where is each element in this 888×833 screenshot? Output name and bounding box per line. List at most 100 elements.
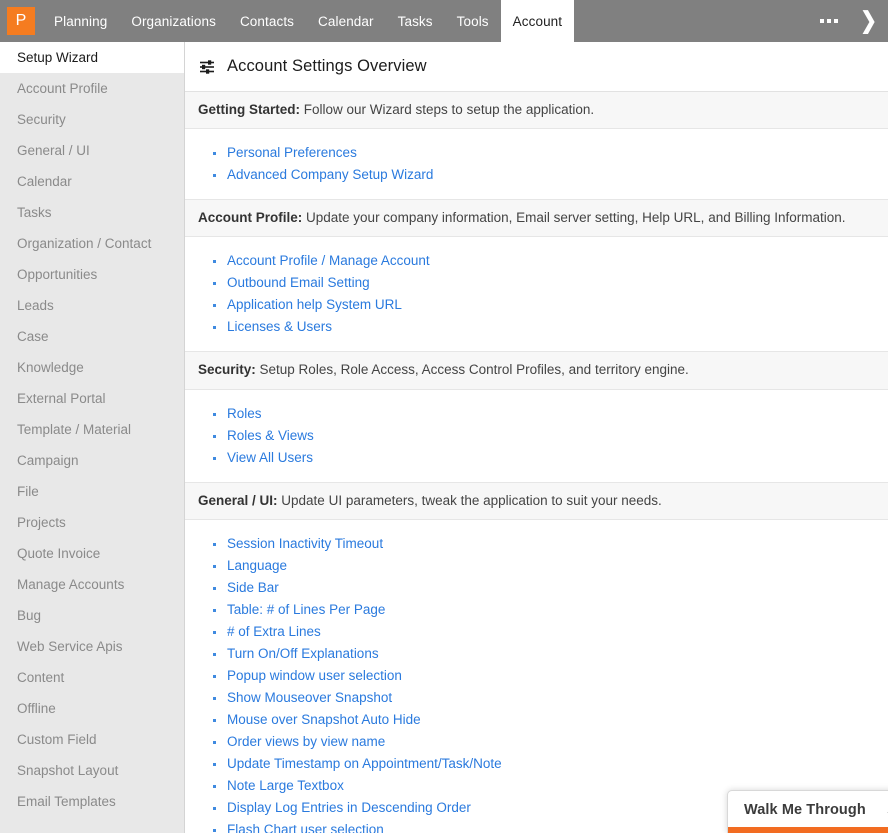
sidebar-item-quote-invoice[interactable]: Quote Invoice xyxy=(0,538,184,569)
sidebar-item-organization-contact[interactable]: Organization / Contact xyxy=(0,228,184,259)
settings-link-roles[interactable]: Roles xyxy=(227,406,262,421)
list-item: Popup window user selection xyxy=(213,665,888,687)
sidebar-item-general-ui[interactable]: General / UI xyxy=(0,135,184,166)
list-item: Session Inactivity Timeout xyxy=(213,533,888,555)
settings-link-personal-preferences[interactable]: Personal Preferences xyxy=(227,145,357,160)
sidebar-item-opportunities[interactable]: Opportunities xyxy=(0,259,184,290)
sidebar-item-tasks[interactable]: Tasks xyxy=(0,197,184,228)
sidebar-item-custom-field[interactable]: Custom Field xyxy=(0,724,184,755)
sidebar-item-projects[interactable]: Projects xyxy=(0,507,184,538)
list-item: View All Users xyxy=(213,447,888,469)
list-item: Roles xyxy=(213,403,888,425)
sidebar-item-manage-accounts[interactable]: Manage Accounts xyxy=(0,569,184,600)
sidebar-item-leads[interactable]: Leads xyxy=(0,290,184,321)
nav-item-contacts[interactable]: Contacts xyxy=(228,0,306,42)
settings-link-session-inactivity-timeout[interactable]: Session Inactivity Timeout xyxy=(227,536,383,551)
sidebar-item-security[interactable]: Security xyxy=(0,104,184,135)
sidebar-item-content[interactable]: Content xyxy=(0,662,184,693)
walk-me-through-label: Walk Me Through xyxy=(744,802,866,818)
nav-item-calendar[interactable]: Calendar xyxy=(306,0,386,42)
section-header: General / UI: Update UI parameters, twea… xyxy=(185,481,888,520)
sidebar-item-external-portal[interactable]: External Portal xyxy=(0,383,184,414)
nav-item-planning[interactable]: Planning xyxy=(42,0,119,42)
sidebar-item-campaign[interactable]: Campaign xyxy=(0,445,184,476)
nav-item-tasks[interactable]: Tasks xyxy=(386,0,445,42)
settings-link-turn-on-off-explanations[interactable]: Turn On/Off Explanations xyxy=(227,646,379,661)
section-link-list: Personal Preferences Advanced Company Set… xyxy=(185,142,888,186)
section-title: Security: xyxy=(198,362,256,378)
page-header: Account Settings Overview xyxy=(185,42,888,92)
settings-link-view-all-users[interactable]: View All Users xyxy=(227,450,313,465)
list-item: Advanced Company Setup Wizard xyxy=(213,164,888,186)
section-header: Account Profile: Update your company inf… xyxy=(185,199,888,238)
chevron-right-icon: ❯ xyxy=(860,8,877,34)
settings-link-flash-chart-user-selection[interactable]: Flash Chart user selection xyxy=(227,822,384,833)
section-body: Personal Preferences Advanced Company Set… xyxy=(185,129,888,200)
section-title: General / UI: xyxy=(198,492,278,508)
settings-link-update-timestamp-on-appointment-task-note[interactable]: Update Timestamp on Appointment/Task/Not… xyxy=(227,756,502,771)
list-item: Account Profile / Manage Account xyxy=(213,250,888,272)
list-item: Mouse over Snapshot Auto Hide xyxy=(213,709,888,731)
nav-item-tools[interactable]: Tools xyxy=(445,0,501,42)
settings-link-mouse-over-snapshot-auto-hide[interactable]: Mouse over Snapshot Auto Hide xyxy=(227,712,421,727)
settings-link-table-of-lines-per-page[interactable]: Table: # of Lines Per Page xyxy=(227,602,385,617)
nav-next-button[interactable]: ❯ xyxy=(849,0,888,42)
sidebar-item-knowledge[interactable]: Knowledge xyxy=(0,352,184,383)
settings-link-outbound-email-setting[interactable]: Outbound Email Setting xyxy=(227,275,370,290)
walk-me-through-toggle[interactable]: Walk Me Through xyxy=(728,791,888,827)
sidebar-item-setup-wizard[interactable]: Setup Wizard xyxy=(0,42,184,73)
settings-link-application-help-system-url[interactable]: Application help System URL xyxy=(227,297,402,312)
section-description: Update UI parameters, tweak the applicat… xyxy=(277,492,662,508)
top-navigation-bar: P Planning Organizations Contacts Calendar T… xyxy=(0,0,888,42)
settings-sidebar: Setup Wizard Account Profile Security Gener… xyxy=(0,42,185,833)
sidebar-item-case[interactable]: Case xyxy=(0,321,184,352)
settings-link-advanced-company-setup-wizard[interactable]: Advanced Company Setup Wizard xyxy=(227,167,433,182)
nav-more-button[interactable] xyxy=(809,0,849,42)
sidebar-item-snapshot-layout[interactable]: Snapshot Layout xyxy=(0,755,184,786)
settings-link-language[interactable]: Language xyxy=(227,558,287,573)
sidebar-item-file[interactable]: File xyxy=(0,476,184,507)
sidebar-item-account-profile[interactable]: Account Profile xyxy=(0,73,184,104)
sidebar-item-offline[interactable]: Offline xyxy=(0,693,184,724)
settings-link-licenses-users[interactable]: Licenses & Users xyxy=(227,319,332,334)
list-item: Side Bar xyxy=(213,577,888,599)
list-item: Personal Preferences xyxy=(213,142,888,164)
settings-link-account-profile-manage-account[interactable]: Account Profile / Manage Account xyxy=(227,253,430,268)
list-item: Roles & Views xyxy=(213,425,888,447)
walk-me-through-widget[interactable]: Walk Me Through xyxy=(727,790,888,833)
nav-item-organizations[interactable]: Organizations xyxy=(119,0,228,42)
sidebar-item-web-service-apis[interactable]: Web Service Apis xyxy=(0,631,184,662)
section-header: Getting Started: Follow our Wizard steps… xyxy=(185,92,888,130)
list-item: Turn On/Off Explanations xyxy=(213,643,888,665)
nav-item-list: Planning Organizations Contacts Calendar Tas… xyxy=(42,0,809,42)
list-item: Order views by view name xyxy=(213,731,888,753)
section-title: Account Profile: xyxy=(198,210,303,226)
settings-link-roles-views[interactable]: Roles & Views xyxy=(227,428,314,443)
settings-link-popup-window-user-selection[interactable]: Popup window user selection xyxy=(227,668,402,683)
settings-link-note-large-textbox[interactable]: Note Large Textbox xyxy=(227,778,344,793)
ellipsis-icon xyxy=(820,19,839,23)
settings-link-of-extra-lines[interactable]: # of Extra Lines xyxy=(227,624,321,639)
app-logo[interactable]: P xyxy=(0,0,42,42)
list-item: Application help System URL xyxy=(213,294,888,316)
settings-link-display-log-entries-in-descending-order[interactable]: Display Log Entries in Descending Order xyxy=(227,800,471,815)
logo-letter: P xyxy=(7,7,35,35)
list-item: Licenses & Users xyxy=(213,316,888,338)
section-header: Security: Setup Roles, Role Access, Acce… xyxy=(185,351,888,390)
sidebar-item-email-templates[interactable]: Email Templates xyxy=(0,786,184,817)
sliders-icon xyxy=(200,59,214,74)
list-item: Show Mouseover Snapshot xyxy=(213,687,888,709)
section-link-list: Session Inactivity Timeout Language Side B… xyxy=(185,533,888,833)
sidebar-item-template-material[interactable]: Template / Material xyxy=(0,414,184,445)
settings-link-show-mouseover-snapshot[interactable]: Show Mouseover Snapshot xyxy=(227,690,392,705)
body-wrapper: Setup Wizard Account Profile Security Gener… xyxy=(0,42,888,833)
list-item: Language xyxy=(213,555,888,577)
main-content: Account Settings Overview Getting Starte… xyxy=(185,42,888,833)
walk-me-through-accent-bar xyxy=(728,827,888,833)
sidebar-item-bug[interactable]: Bug xyxy=(0,600,184,631)
settings-link-order-views-by-view-name[interactable]: Order views by view name xyxy=(227,734,385,749)
settings-link-side-bar[interactable]: Side Bar xyxy=(227,580,279,595)
sidebar-item-calendar[interactable]: Calendar xyxy=(0,166,184,197)
nav-item-account[interactable]: Account xyxy=(500,0,575,42)
section-description: Setup Roles, Role Access, Access Control… xyxy=(255,362,689,378)
